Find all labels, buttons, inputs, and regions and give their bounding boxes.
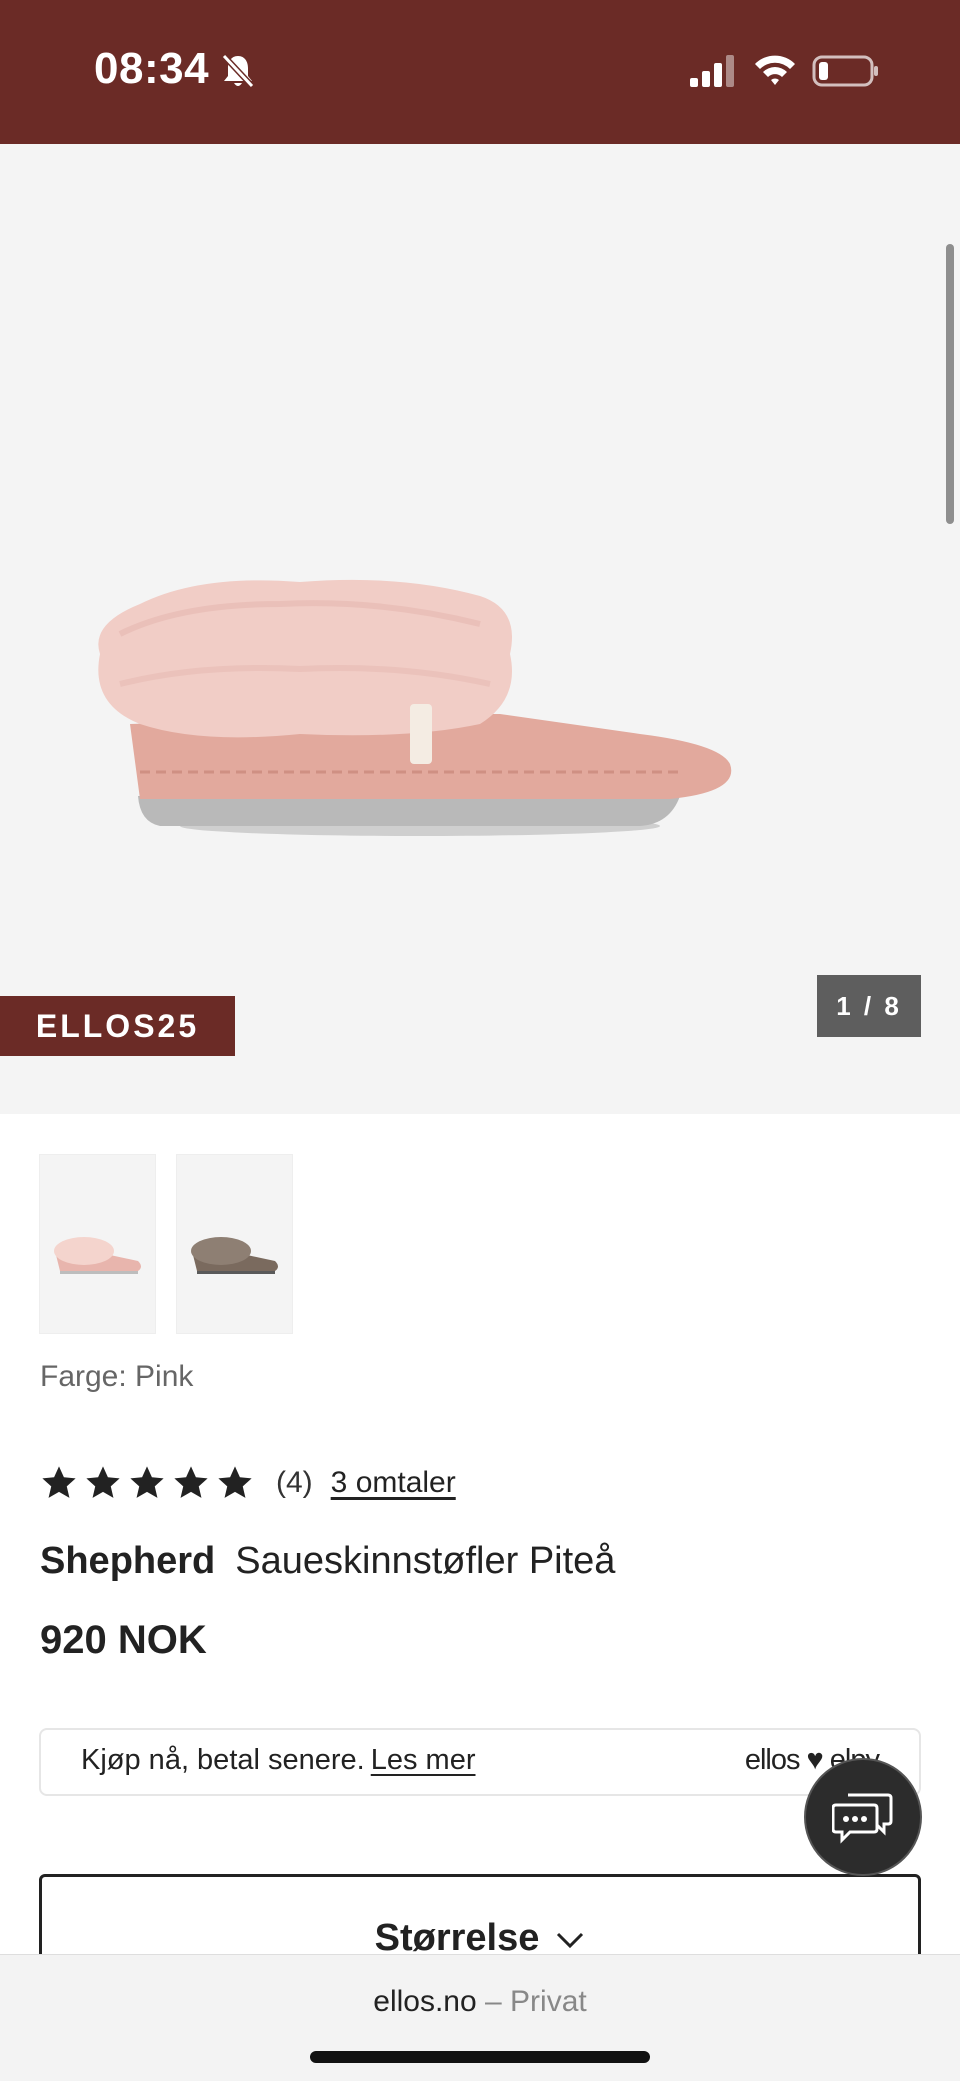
product-name: Saueskinnstøfler Piteå — [235, 1540, 616, 1582]
signal-icon — [690, 55, 734, 87]
pay-later-read-more-link[interactable]: Les mer — [371, 1744, 476, 1776]
thumbnail-brown-image — [191, 1237, 278, 1274]
star-icon — [86, 1466, 120, 1498]
home-indicator[interactable] — [310, 2051, 650, 2063]
product-image[interactable] — [80, 534, 760, 854]
star-icon — [174, 1466, 208, 1498]
pay-later-banner: Kjøp nå, betal senere. Les mer ellos ♥ el… — [39, 1728, 921, 1796]
size-selector-label: Størrelse — [374, 1917, 540, 1959]
product-title: Shepherd Saueskinnstøfler Piteå — [40, 1540, 615, 1583]
browser-url[interactable]: ellos.no – Privat — [0, 1985, 960, 2019]
star-rating — [40, 1464, 254, 1502]
thumbnail-pink[interactable] — [39, 1154, 156, 1334]
browser-mode: Privat — [510, 1985, 587, 2018]
status-time: 08:34 — [94, 44, 210, 93]
wifi-icon — [755, 55, 795, 85]
pay-later-text: Kjøp nå, betal senere. — [81, 1744, 365, 1776]
reviews-link[interactable]: 3 omtaler — [331, 1466, 456, 1500]
browser-bar: ellos.no – Privat — [0, 1954, 960, 2081]
product-page: 08:34 ELLOS25 1 / 8 Farge: Pink (4) 3 om… — [0, 0, 960, 2081]
product-price: 920 NOK — [40, 1618, 207, 1662]
chat-icon — [832, 1793, 893, 1844]
pay-later-text-row: Kjøp nå, betal senere. Les mer — [81, 1744, 476, 1777]
thumbnail-brown[interactable] — [176, 1154, 293, 1334]
chat-button[interactable] — [804, 1758, 922, 1876]
status-bar: 08:34 — [0, 0, 960, 144]
promo-code-badge: ELLOS25 — [0, 996, 235, 1056]
star-icon — [42, 1466, 76, 1498]
rating-count: (4) — [276, 1466, 313, 1499]
chevron-down-icon — [557, 1932, 584, 1949]
color-label: Farge: Pink — [40, 1360, 194, 1393]
thumbnail-pink-image — [54, 1237, 141, 1274]
browser-separator: – — [485, 1985, 502, 2018]
rating-row: (4) 3 omtaler — [40, 1458, 456, 1508]
star-icon — [218, 1466, 252, 1498]
product-image-gallery[interactable]: ELLOS25 1 / 8 — [0, 144, 960, 1114]
battery-low-icon — [812, 55, 878, 87]
browser-domain: ellos.no — [373, 1985, 477, 2018]
gallery-scrollbar[interactable] — [946, 244, 954, 524]
star-icon — [130, 1466, 164, 1498]
image-counter: 1 / 8 — [817, 975, 921, 1037]
bell-slash-icon — [221, 53, 255, 89]
product-brand[interactable]: Shepherd — [40, 1540, 215, 1582]
